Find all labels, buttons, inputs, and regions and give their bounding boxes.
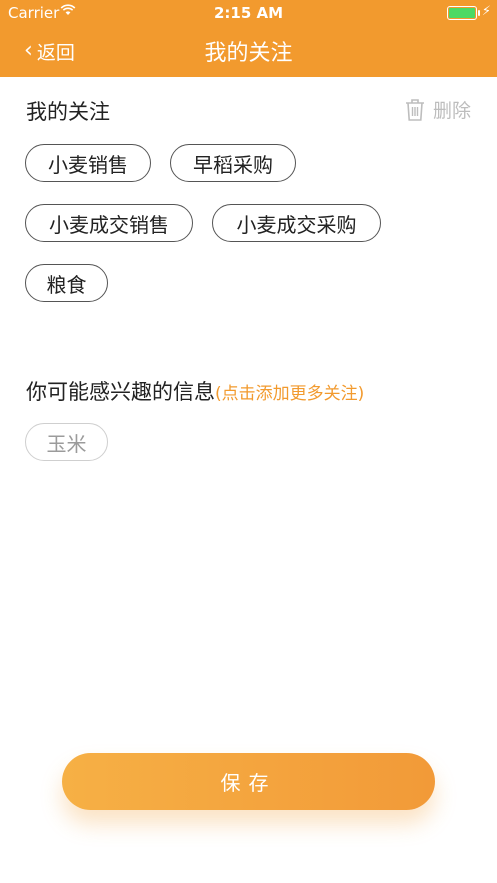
tag-item[interactable]: 小麦销售	[25, 144, 151, 182]
tag-item[interactable]: 粮食	[25, 264, 108, 302]
tag-item[interactable]: 小麦成交销售	[25, 204, 193, 242]
suggestions-title: 你可能感兴趣的信息(点击添加更多关注)	[26, 376, 364, 406]
suggestions-title-text: 你可能感兴趣的信息	[26, 380, 215, 404]
delete-label: 删除	[432, 100, 471, 122]
trash-icon	[405, 98, 424, 121]
nav-header: Carrier 2:15 AM ⚡ ‹ 返回 我的关注	[0, 0, 497, 77]
status-bar: Carrier 2:15 AM ⚡	[0, 0, 497, 26]
suggestion-tag[interactable]: 玉米	[25, 423, 108, 461]
charging-icon: ⚡	[481, 4, 491, 19]
tag-item[interactable]: 早稻采购	[170, 144, 296, 182]
battery-icon	[447, 6, 480, 20]
tag-item[interactable]: 小麦成交采购	[212, 204, 381, 242]
save-button[interactable]: 保存	[62, 753, 435, 810]
status-time: 2:15 AM	[213, 4, 284, 22]
my-follows-title: 我的关注	[26, 100, 110, 124]
page-title: 我的关注	[204, 41, 293, 66]
suggestions-hint[interactable]: (点击添加更多关注)	[215, 384, 364, 404]
delete-button[interactable]: 删除	[405, 96, 471, 123]
